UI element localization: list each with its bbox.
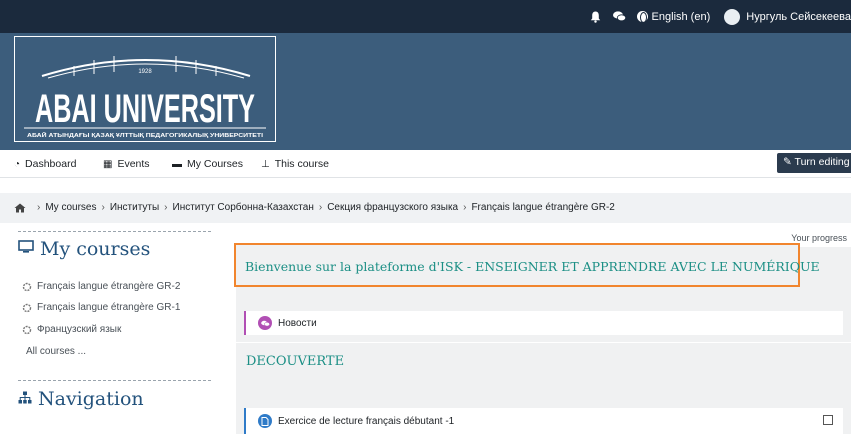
top-navbar: English (en) Нургуль Сейсекеева <box>0 0 851 33</box>
breadcrumb-separator: › <box>164 202 168 213</box>
sitemap-icon <box>18 389 32 409</box>
chat-bubbles-icon[interactable] <box>613 10 627 24</box>
course-name: Français langue étrangère GR-2 <box>37 281 181 292</box>
sidebar-course-item[interactable]: Français langue étrangère GR-2 <box>22 281 180 292</box>
course-name: Français langue étrangère GR-1 <box>37 302 181 313</box>
section-title[interactable]: DECOUVERTE <box>246 354 344 369</box>
puzzle-icon <box>22 282 32 291</box>
breadcrumb-item[interactable]: Институты <box>110 202 159 213</box>
graduation-cap-icon: ▬ <box>172 158 182 170</box>
language-label: English (en) <box>651 10 711 23</box>
user-name[interactable]: Нургуль Сейсекеева <box>746 11 851 23</box>
completion-checkbox[interactable] <box>823 415 833 425</box>
breadcrumb-separator: › <box>318 202 323 213</box>
breadcrumb-item[interactable]: My courses <box>45 202 96 213</box>
desktop-icon <box>18 239 34 259</box>
course-name: Французский язык <box>37 324 122 335</box>
calendar-icon: ▦ <box>103 158 113 170</box>
nav-this-course-label: This course <box>274 158 329 170</box>
nav-dashboard-label: Dashboard <box>25 158 77 170</box>
sitemap-icon: ⊥ <box>261 158 270 170</box>
activity-forum-news[interactable]: Новости <box>244 311 843 335</box>
nav-events[interactable]: ▦ Events <box>103 158 150 170</box>
navigation-block-title: Navigation <box>18 388 144 410</box>
nav-my-courses-label: My Courses <box>187 158 244 170</box>
university-logo[interactable]: 1928 ABAI UNIVERSITY АБАЙ АТЫНДАҒЫ ҚАЗАҚ… <box>14 36 276 142</box>
tachometer-icon: ◔ <box>14 158 21 170</box>
secondary-navbar: ◔ Dashboard ▦ Events ▬ My Courses ⊥ This… <box>0 150 851 178</box>
globe-icon <box>636 11 648 23</box>
nav-this-course[interactable]: ⊥ This course <box>261 158 329 170</box>
breadcrumb-item[interactable]: Институт Сорбонна-Казахстан <box>173 202 314 213</box>
bell-icon[interactable] <box>589 10 603 24</box>
activity-name[interactable]: Новости <box>278 318 317 329</box>
logo-year: 1928 <box>138 69 152 75</box>
document-icon <box>258 414 272 428</box>
breadcrumb-bar: › My courses › Институты › Институт Сорб… <box>0 193 851 223</box>
your-progress-label: Your progress <box>791 233 847 243</box>
breadcrumb: › My courses › Институты › Институт Сорб… <box>14 202 615 213</box>
block-divider <box>18 231 211 232</box>
breadcrumb-separator: › <box>463 202 467 213</box>
welcome-section-title[interactable]: Bienvenue sur la plateforme d'ISK - ENSE… <box>245 259 820 274</box>
logo-subtitle: АБАЙ АТЫНДАҒЫ ҚАЗАҚ ҰЛТТЫҚ ПЕДАГОГИКАЛЫҚ… <box>27 131 264 139</box>
activity-name[interactable]: Exercice de lecture français débutant -1 <box>278 416 454 427</box>
breadcrumb-item[interactable]: Секция французского языка <box>327 202 458 213</box>
nav-events-label: Events <box>117 158 150 170</box>
user-menu-area: English (en) Нургуль Сейсекеева <box>589 0 851 33</box>
sidebar-course-item[interactable]: Французский язык <box>22 324 121 335</box>
my-courses-block-title: My courses <box>18 238 150 260</box>
language-menu[interactable]: English (en) <box>636 10 711 23</box>
turn-editing-label: Turn editing on <box>794 156 851 168</box>
activity-exercise[interactable]: Exercice de lecture français débutant -1 <box>244 408 843 434</box>
home-icon[interactable] <box>14 203 26 213</box>
avatar[interactable] <box>724 8 741 25</box>
nav-my-courses[interactable]: ▬ My Courses <box>172 158 243 170</box>
breadcrumb-separator: › <box>37 202 41 213</box>
turn-editing-on-button[interactable]: ✎ Turn editing on <box>777 153 851 173</box>
navigation-title: Navigation <box>38 388 144 410</box>
puzzle-icon <box>22 303 32 312</box>
pencil-square-icon: ✎ <box>783 156 792 168</box>
all-courses-link[interactable]: All courses ... <box>26 346 86 357</box>
breadcrumb-item[interactable]: Français langue étrangère GR-2 <box>471 202 614 213</box>
forum-icon <box>258 316 272 330</box>
my-courses-title: My courses <box>40 238 151 260</box>
puzzle-icon <box>22 325 32 334</box>
nav-dashboard[interactable]: ◔ Dashboard <box>14 158 76 170</box>
sidebar-course-item[interactable]: Français langue étrangère GR-1 <box>22 302 180 313</box>
logo-wordmark: ABAI UNIVERSITY <box>35 87 255 131</box>
welcome-section-title-highlight: Bienvenue sur la plateforme d'ISK - ENSE… <box>234 243 820 287</box>
block-divider <box>18 380 211 381</box>
breadcrumb-separator: › <box>101 202 105 213</box>
